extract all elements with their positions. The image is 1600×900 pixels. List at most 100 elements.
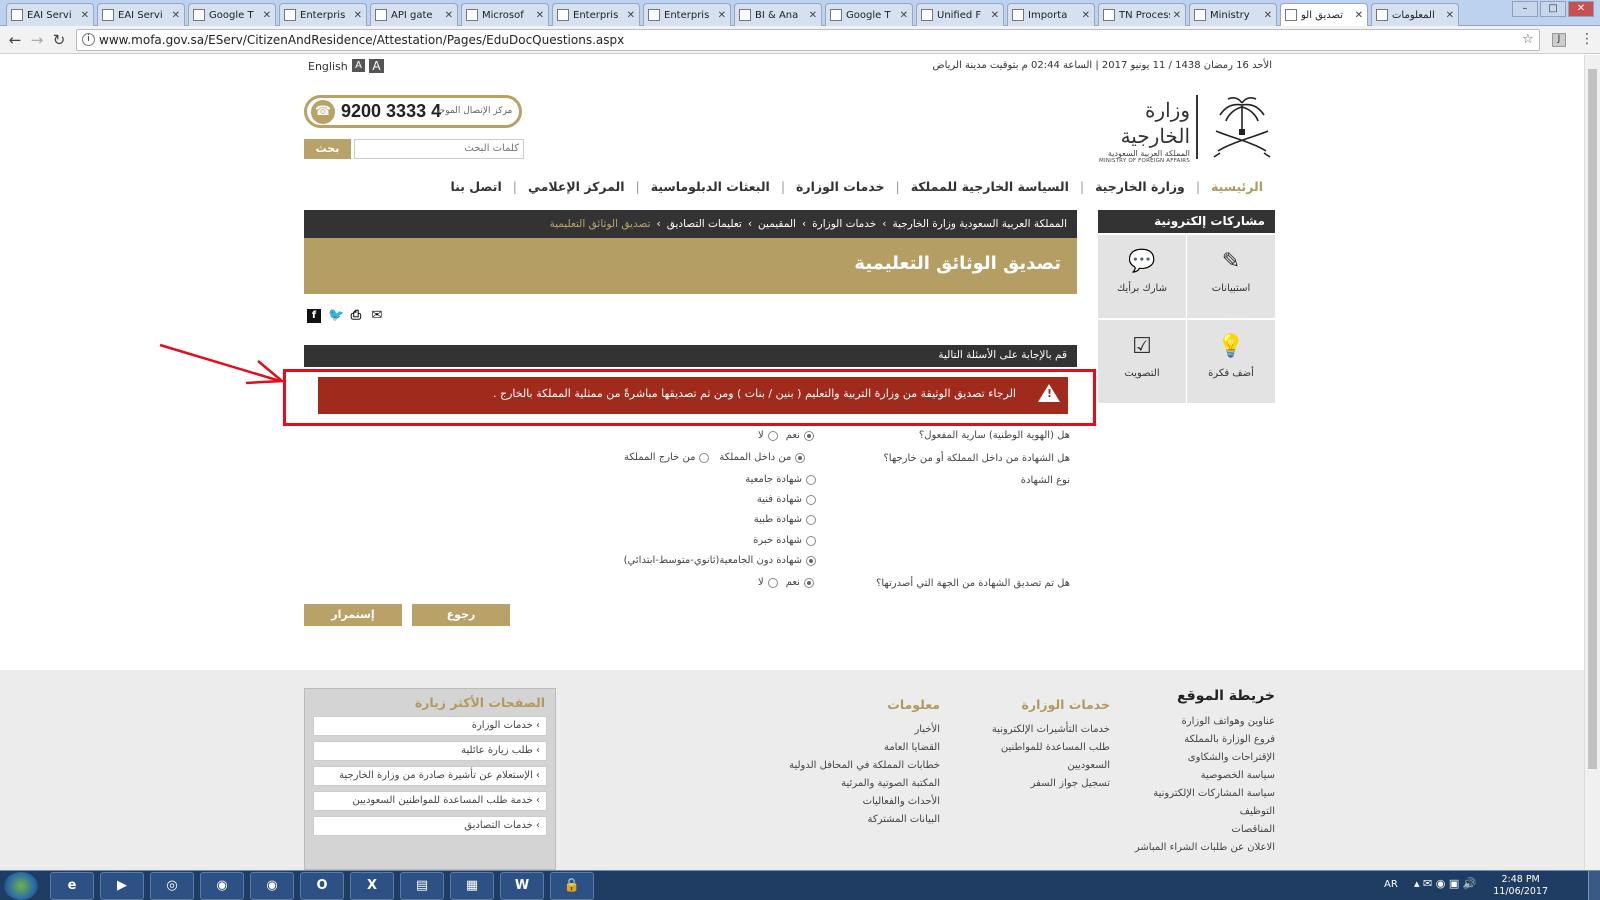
browser-tab[interactable]: تصديق الو ✕ <box>1280 3 1368 26</box>
breadcrumb-item[interactable]: خدمات الوزارة <box>812 218 876 230</box>
footer-link[interactable]: خطابات المملكة في المحافل الدولية <box>780 757 940 775</box>
outlook-icon[interactable]: O <box>300 872 344 900</box>
most-visited-link[interactable]: › خدمة طلب المساعدة للمواطنين السعوديين <box>313 791 547 811</box>
radio-button[interactable] <box>803 577 814 588</box>
radio-button[interactable] <box>803 430 814 441</box>
most-visited-link[interactable]: › طلب زيارة عائلية <box>313 741 547 761</box>
share-opinion-tile[interactable]: 💬 شارك برأيك <box>1098 235 1186 318</box>
info-icon[interactable]: i <box>82 33 95 46</box>
excel-icon[interactable]: X <box>350 872 394 900</box>
nav-item[interactable]: وزارة الخارجية <box>1084 179 1196 194</box>
close-tab-icon[interactable]: ✕ <box>991 10 999 21</box>
radio-q3-pre-university[interactable]: شهادة دون الجامعية(ثانوي-متوسط-ابتدائي) <box>624 555 816 566</box>
nav-item[interactable]: البعثات الدبلوماسية <box>640 179 781 194</box>
close-tab-icon[interactable]: ✕ <box>718 10 726 21</box>
surveys-tile[interactable]: ✎ استبيانات <box>1187 235 1275 318</box>
close-tab-icon[interactable]: ✕ <box>1355 10 1363 21</box>
browser-tab[interactable]: BI & Ana ✕ <box>734 3 822 26</box>
nav-item[interactable]: الرئيسية <box>1200 179 1274 194</box>
breadcrumb-item[interactable]: المملكة العربية السعودية وزارة الخارجية <box>893 218 1068 230</box>
browser-tab[interactable]: TN Process ✕ <box>1098 3 1186 26</box>
footer-link[interactable]: تسجيل جواز السفر <box>980 775 1110 793</box>
menu-icon[interactable]: ⋮ <box>1580 31 1594 47</box>
browser-tab[interactable]: EAI Servi ✕ <box>6 3 94 26</box>
bookmark-star-icon[interactable]: ☆ <box>1522 32 1534 47</box>
radio-button[interactable] <box>806 555 816 566</box>
sitemap-link[interactable]: عناوين وهواتف الوزارة <box>1110 713 1275 731</box>
most-visited-link[interactable]: › الإستعلام عن تأشيرة صادرة من وزارة الخ… <box>313 766 547 786</box>
voting-tile[interactable]: ☑ التصويت <box>1098 320 1186 403</box>
radio-q2-inside[interactable]: من داخل المملكة <box>719 452 806 463</box>
search-button[interactable]: بحث <box>304 139 351 159</box>
close-tab-icon[interactable]: ✕ <box>536 10 544 21</box>
close-tab-icon[interactable]: ✕ <box>1173 10 1181 21</box>
radio-q4-yes[interactable]: نعم <box>786 577 814 588</box>
font-decrease-button[interactable]: A <box>352 59 365 72</box>
sitemap-link[interactable]: الإقتراحات والشكاوى <box>1110 749 1275 767</box>
sitemap-link[interactable]: سياسة الخصوصية <box>1110 767 1275 785</box>
facebook-icon[interactable]: f <box>307 309 321 323</box>
close-tab-icon[interactable]: ✕ <box>445 10 453 21</box>
close-tab-icon[interactable]: ✕ <box>809 10 817 21</box>
nav-item[interactable]: السياسة الخارجية للمملكة <box>900 179 1080 194</box>
address-bar[interactable]: i www.mofa.gov.sa/EServ/CitizenAndReside… <box>76 29 1540 51</box>
sitemap-link[interactable]: المناقصات <box>1110 821 1275 839</box>
browser-tab[interactable]: Unified F ✕ <box>916 3 1004 26</box>
close-tab-icon[interactable]: ✕ <box>627 10 635 21</box>
footer-link[interactable]: المكتبة الصوتية والمرئية <box>780 775 940 793</box>
breadcrumb-item[interactable]: تعليمات التصاديق <box>667 218 742 230</box>
back-button[interactable]: رجوع <box>412 604 510 626</box>
footer-link[interactable]: طلب المساعدة للمواطنين السعوديين <box>980 739 1110 775</box>
browser-tab[interactable]: API gate ✕ <box>370 3 458 26</box>
radio-button[interactable] <box>806 474 816 485</box>
radio-button[interactable] <box>806 514 816 525</box>
radio-button[interactable] <box>795 452 806 463</box>
sitemap-link[interactable]: فروع الوزارة بالمملكة <box>1110 731 1275 749</box>
close-tab-icon[interactable]: ✕ <box>172 10 180 21</box>
ie-icon[interactable]: e <box>50 872 94 900</box>
close-icon[interactable]: ✕ <box>1568 1 1594 17</box>
twitter-icon[interactable]: 🐦 <box>328 309 344 323</box>
minimize-icon[interactable]: – <box>1512 1 1538 17</box>
radio-q3-technical[interactable]: شهادة فنية <box>757 494 816 505</box>
browser-tab[interactable]: Importa ✕ <box>1007 3 1095 26</box>
footer-link[interactable]: القضايا العامة <box>780 739 940 757</box>
print-icon[interactable]: ⎙ <box>349 309 363 323</box>
radio-q3-university[interactable]: شهادة جامعية <box>745 474 816 485</box>
footer-link[interactable]: البيانات المشتركة <box>780 811 940 829</box>
calculator-icon[interactable]: ▦ <box>450 872 494 900</box>
continue-button[interactable]: إستمرار <box>304 604 402 626</box>
most-visited-link[interactable]: › خدمات التصاديق <box>313 816 547 836</box>
sitemap-link[interactable]: التوظيف <box>1110 803 1275 821</box>
language-indicator[interactable]: AR <box>1384 879 1398 890</box>
radio-button[interactable] <box>806 494 816 505</box>
footer-link[interactable]: الأحداث والفعاليات <box>780 793 940 811</box>
radio-q1-yes[interactable]: نعم <box>786 430 814 441</box>
close-tab-icon[interactable]: ✕ <box>1446 10 1454 21</box>
lock-icon[interactable]: 🔒 <box>550 872 594 900</box>
show-desktop-button[interactable] <box>1588 871 1600 900</box>
browser-tab[interactable]: Enterpris ✕ <box>643 3 731 26</box>
extension-icon[interactable]: J <box>1552 33 1566 47</box>
footer-link[interactable]: خدمات التأشيرات الإلكترونية <box>980 721 1110 739</box>
radio-q4-no[interactable]: لا <box>758 577 778 588</box>
app-icon[interactable]: ◉ <box>250 872 294 900</box>
browser-tab[interactable]: Enterpris ✕ <box>552 3 640 26</box>
sitemap-link[interactable]: الاعلان عن طلبات الشراء المباشر <box>1110 839 1275 857</box>
radio-q3-experience[interactable]: شهادة خبرة <box>753 535 816 546</box>
folder-icon[interactable]: ▤ <box>400 872 444 900</box>
browser-tab[interactable]: Google T ✕ <box>825 3 913 26</box>
nav-item[interactable]: اتصل بنا <box>439 179 512 194</box>
nav-item[interactable]: المركز الإعلامي <box>517 179 636 194</box>
email-icon[interactable]: ✉ <box>370 309 384 323</box>
sitemap-link[interactable]: سياسة المشاركات الإلكترونية <box>1110 785 1275 803</box>
nav-item[interactable]: خدمات الوزارة <box>785 179 895 194</box>
close-tab-icon[interactable]: ✕ <box>354 10 362 21</box>
radio-q3-medical[interactable]: شهادة طبية <box>754 514 816 525</box>
browser-tab[interactable]: المعلومات ✕ <box>1371 3 1459 26</box>
start-button[interactable] <box>4 872 38 900</box>
close-tab-icon[interactable]: ✕ <box>1264 10 1272 21</box>
english-language-link[interactable]: English <box>308 60 348 73</box>
footer-link[interactable]: الأخبار <box>780 721 940 739</box>
most-visited-link[interactable]: › خدمات الوزارة <box>313 716 547 736</box>
